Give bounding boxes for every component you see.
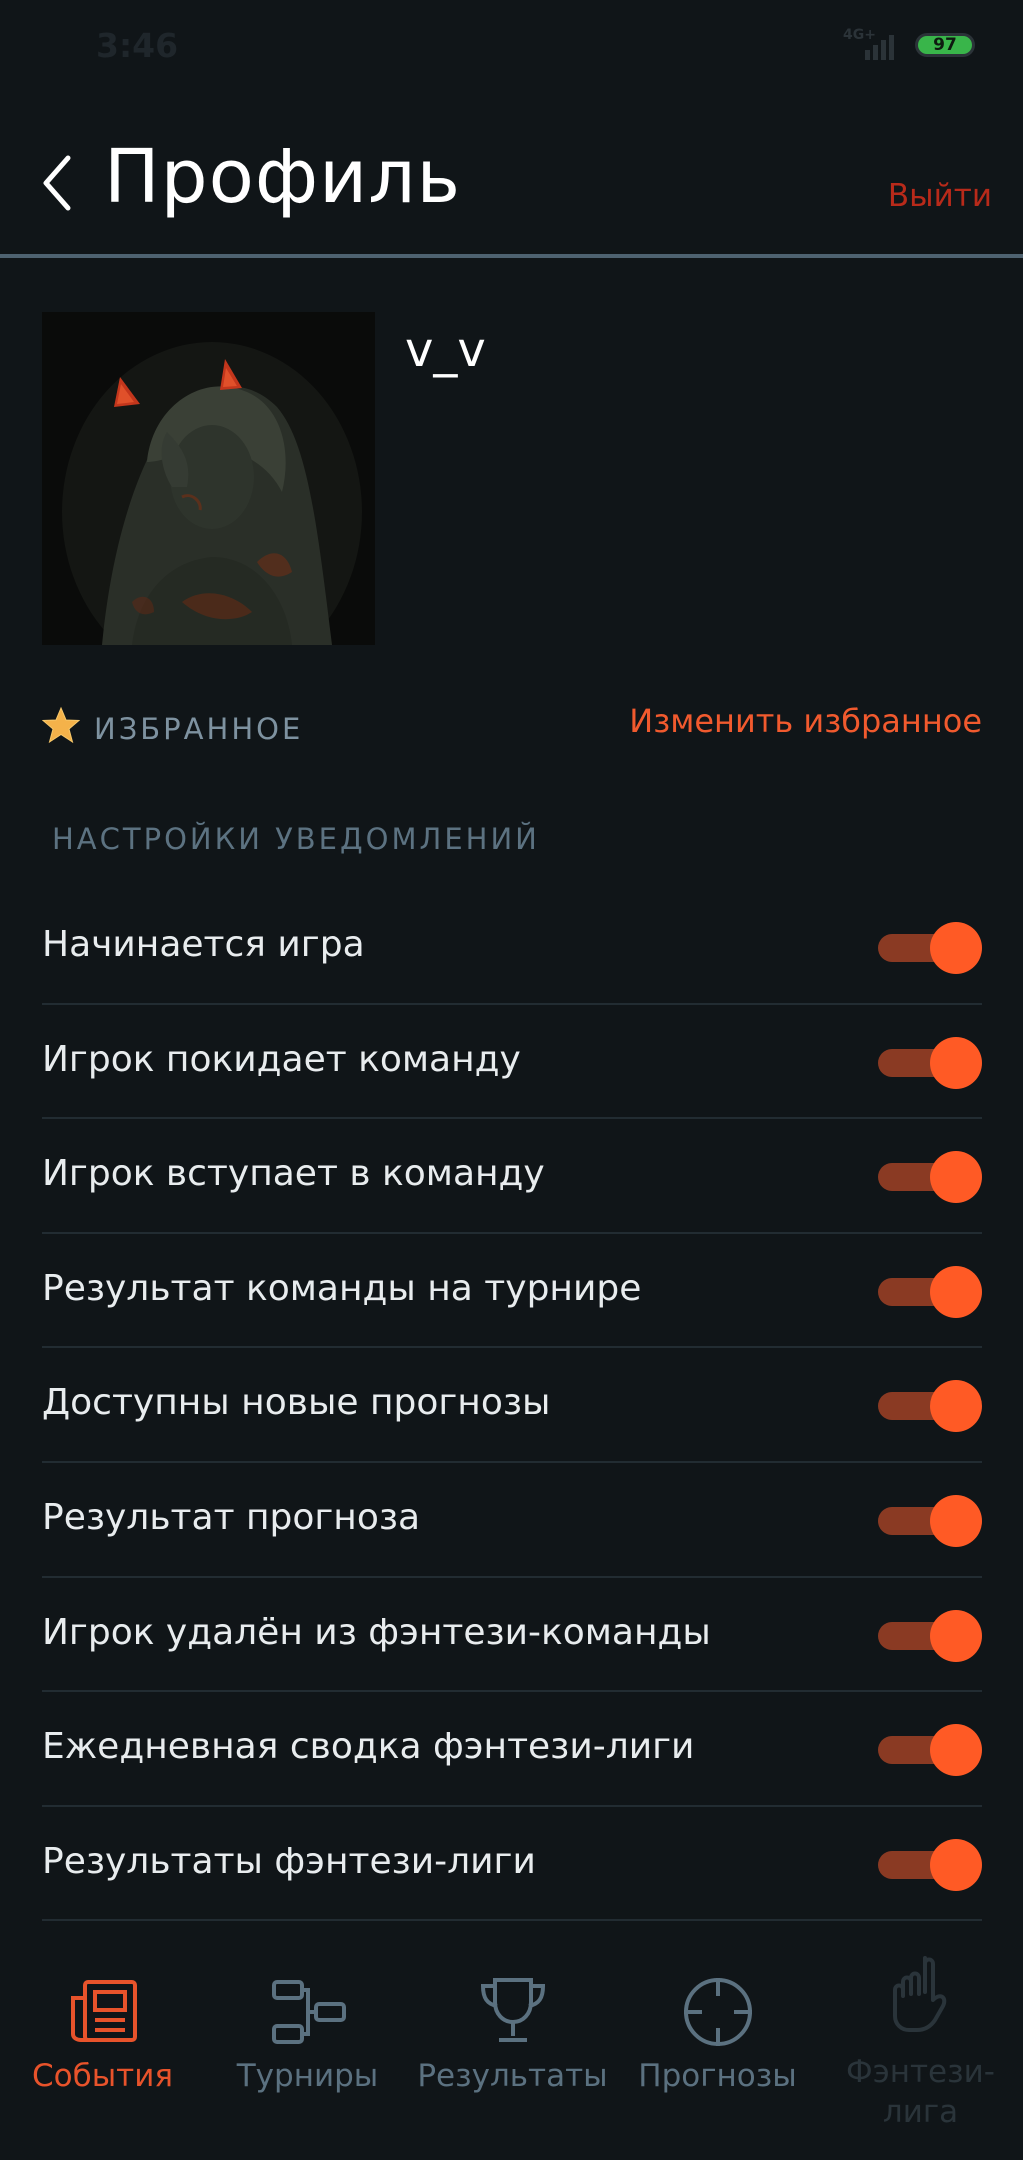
star-icon [42,706,80,744]
nav-label-line1: Фэнтези- [846,2054,995,2090]
status-time: 3:46 [96,26,179,65]
back-button[interactable] [38,150,78,216]
setting-label: Результат команды на турнире [42,1267,642,1309]
toggle-switch[interactable] [878,1265,982,1318]
nav-item-results[interactable]: Результаты [410,1930,615,2160]
setting-row: Ежедневная сводка фэнтези-лиги [42,1692,982,1807]
nav-item-fantasy-league[interactable]: Фэнтези- лига [818,1930,1023,2160]
setting-row: Доступны новые прогнозы [42,1348,982,1463]
nav-item-tournaments[interactable]: Турниры [205,1930,410,2160]
nav-item-predictions[interactable]: Прогнозы [615,1930,820,2160]
logout-button[interactable]: Выйти [888,178,992,214]
setting-label: Игрок удалён из фэнтези-команды [42,1611,711,1653]
crosshair-icon [683,1978,752,2046]
page-title: Профиль [104,134,462,220]
toggle-switch[interactable] [878,1838,982,1891]
setting-row: Результат команды на турнире [42,1234,982,1349]
username: v_v [405,322,486,378]
setting-label: Результат прогноза [42,1496,421,1538]
nav-label: Турниры [236,2058,379,2094]
hand-icon [892,1956,946,2032]
nav-label: Результаты [417,2058,608,2094]
favorites-label: ИЗБРАННОЕ [94,712,304,746]
toggle-switch[interactable] [878,1609,982,1662]
nav-label: События [31,2058,174,2094]
notification-settings-list: Начинается игра Игрок покидает команду И… [42,890,982,1922]
avatar-image [42,312,375,645]
setting-row: Результат прогноза [42,1463,982,1578]
nav-label: Фэнтези- лига [818,2052,1023,2132]
setting-row: Игрок покидает команду [42,1005,982,1120]
toggle-switch[interactable] [878,1380,982,1433]
nav-label-line2: лига [882,2094,959,2130]
profile-screen: 3:46 4G+ 97 Профиль Выйти v_v ИЗБРАННОЕ … [0,0,1023,2160]
bracket-icon [271,1980,346,2044]
setting-row: Игрок удалён из фэнтези-команды [42,1578,982,1693]
setting-label: Доступны новые прогнозы [42,1382,551,1424]
toggle-switch[interactable] [878,1494,982,1547]
chevron-left-icon [43,155,71,211]
setting-label: Игрок покидает команду [42,1038,521,1080]
setting-row: Начинается игра [42,890,982,1005]
header: Профиль Выйти [0,90,1023,258]
toggle-switch[interactable] [878,922,982,974]
toggle-switch[interactable] [878,1036,982,1089]
status-bar: 3:46 4G+ 97 [0,0,1023,90]
setting-row: Игрок вступает в команду [42,1119,982,1234]
newspaper-icon [70,1980,137,2042]
trophy-icon [480,1978,545,2042]
notifications-section-title: НАСТРОЙКИ УВЕДОМЛЕНИЙ [52,822,540,856]
nav-item-events[interactable]: События [0,1930,205,2160]
setting-label: Результаты фэнтези-лиги [42,1840,536,1882]
setting-label: Начинается игра [42,924,365,965]
battery-icon: 97 [915,33,975,57]
setting-label: Игрок вступает в команду [42,1153,545,1195]
battery-level: 97 [918,36,972,54]
toggle-switch[interactable] [878,1151,982,1204]
nav-label: Прогнозы [638,2058,797,2094]
setting-row: Результаты фэнтези-лиги [42,1807,982,1922]
setting-label: Ежедневная сводка фэнтези-лиги [42,1726,695,1768]
toggle-switch[interactable] [878,1724,982,1777]
favorites-row: ИЗБРАННОЕ Изменить избранное [42,700,982,756]
signal-icon: 4G+ [843,28,903,60]
edit-favorites-button[interactable]: Изменить избранное [629,702,982,740]
bottom-nav: События Турниры Результаты Прогнозы Фэнт… [0,1930,1023,2160]
avatar[interactable] [42,312,375,645]
